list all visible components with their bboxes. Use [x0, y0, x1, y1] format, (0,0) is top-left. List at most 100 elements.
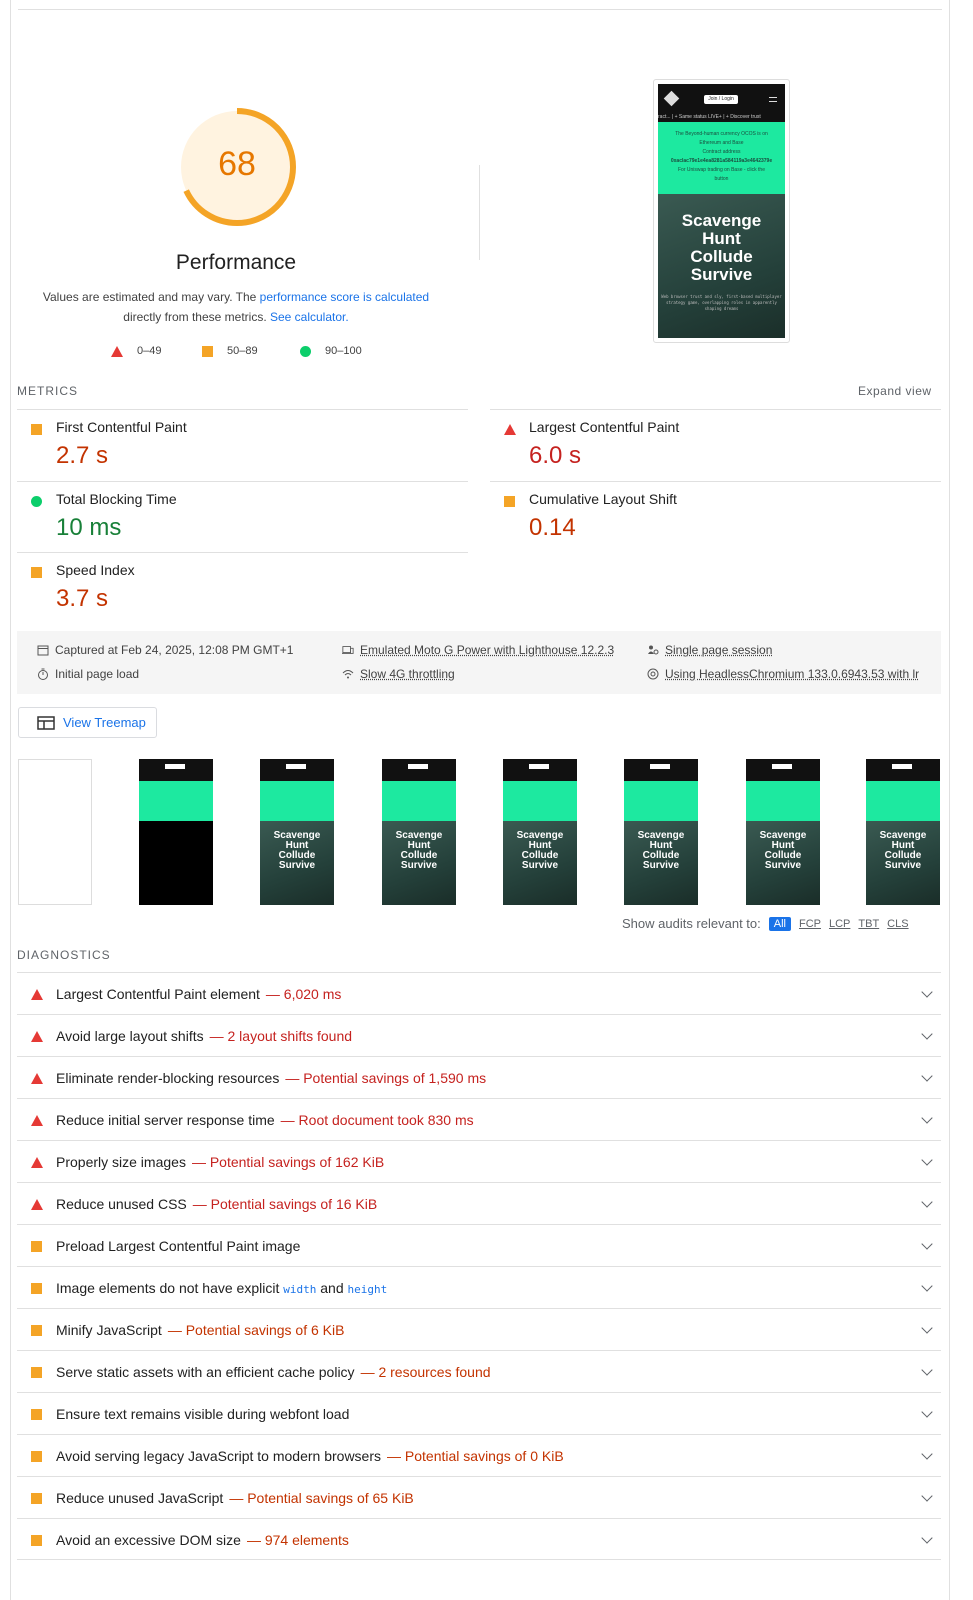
audit-cache-policy[interactable]: Serve static assets with an efficient ca… [17, 1350, 941, 1392]
frame-navbar [503, 759, 577, 773]
emulated-device[interactable]: Emulated Moto G Power with Lighthouse 12… [342, 643, 614, 657]
browser-version[interactable]: Using HeadlessChromium 133.0.6943.53 wit… [647, 667, 919, 681]
single-session[interactable]: Single page session [647, 643, 772, 657]
frame-banner [260, 781, 334, 821]
person-icon [648, 645, 659, 655]
frame-hero-line: Survive [884, 860, 922, 871]
audit-subtitle: — 2 resources found [360, 1364, 491, 1380]
filter-lcp[interactable]: LCP [829, 918, 850, 930]
logo-icon [663, 90, 680, 107]
performance-title: Performance [175, 251, 297, 274]
filter-fcp[interactable]: FCP [799, 918, 821, 930]
legend-average-label: 50–89 [227, 345, 258, 357]
chevron-down-icon [921, 1406, 933, 1418]
performance-description: Values are estimated and may vary. The p… [30, 287, 442, 327]
audit-legacy-js[interactable]: Avoid serving legacy JavaScript to moder… [17, 1434, 941, 1476]
chevron-down-icon [921, 1532, 933, 1544]
filmstrip-frame: Scavenge Hunt Collude Survive [260, 759, 334, 905]
menu-icon [769, 97, 777, 102]
square-icon [202, 345, 213, 357]
hero-line: Survive [690, 265, 753, 284]
banner-line: button [714, 176, 729, 182]
banner-line: For Uniswap trading on Base - click the [678, 167, 765, 173]
frame-blank-hero [139, 821, 213, 905]
audit-title-mid: and [316, 1280, 348, 1296]
top-divider [18, 9, 942, 10]
square-icon [31, 1451, 42, 1462]
filmstrip-frame [18, 759, 92, 905]
metrics-label: METRICS [17, 384, 78, 398]
audit-lcp-element[interactable]: Largest Contentful Paint element — 6,020 … [17, 972, 941, 1014]
frame-banner [382, 781, 456, 821]
treemap-icon [37, 715, 55, 730]
filter-tbt[interactable]: TBT [858, 918, 879, 930]
audit-title: Ensure text remains visible during webfo… [56, 1406, 350, 1422]
audit-dom-size[interactable]: Avoid an excessive DOM size — 974 element… [17, 1518, 941, 1560]
legend-average: 50–89 [202, 345, 258, 357]
frame-ticker [866, 773, 940, 781]
audit-image-dimensions[interactable]: Image elements do not have explicit widt… [17, 1266, 941, 1308]
performance-score: 68 [218, 145, 256, 183]
frame-hero-line: Survive [764, 860, 802, 871]
view-treemap-button[interactable]: View Treemap [18, 707, 157, 738]
frame-ticker [139, 773, 213, 781]
banner-line: 0xaclac79e1e4ea8281a584119a3e4642379e [670, 158, 773, 164]
chrome-icon [647, 668, 659, 680]
final-screenshot[interactable]: Join / Login ract... | + Same status LIV… [653, 79, 790, 343]
audit-layout-shifts[interactable]: Avoid large layout shifts — 2 layout shif… [17, 1014, 941, 1056]
screenshot-login-pill: Join / Login [704, 95, 738, 104]
audit-title: Image elements do not have explicit [56, 1280, 284, 1296]
frame-hero: Scavenge Hunt Collude Survive [260, 821, 334, 905]
calendar-icon [37, 645, 49, 656]
audit-subtitle: — 6,020 ms [265, 986, 342, 1002]
audit-size-images[interactable]: Properly size images — Potential savings … [17, 1140, 941, 1182]
audit-subtitle: — Potential savings of 6 KiB [167, 1322, 345, 1338]
filter-cls[interactable]: CLS [887, 918, 908, 930]
score-calculated-link[interactable]: performance score is calculated [260, 290, 429, 304]
see-calculator-link[interactable]: See calculator. [270, 310, 349, 324]
chevron-down-icon [921, 986, 933, 998]
timer-icon [38, 668, 48, 680]
legend-fail-label: 0–49 [137, 345, 162, 357]
frame-navbar [260, 759, 334, 773]
audit-unused-css[interactable]: Reduce unused CSS — Potential savings of … [17, 1182, 941, 1224]
banner-line: Contract address [702, 149, 741, 155]
code-height: height [347, 1283, 388, 1296]
metric-tbt: Total Blocking Time 10 ms [17, 481, 468, 553]
frame-hero-line: Survive [278, 860, 316, 871]
audit-preload-lcp[interactable]: Preload Largest Contentful Paint image [17, 1224, 941, 1266]
audit-webfont[interactable]: Ensure text remains visible during webfo… [17, 1392, 941, 1434]
chevron-down-icon [921, 1196, 933, 1208]
audit-title: Reduce initial server response time [56, 1112, 275, 1128]
audit-minify-js[interactable]: Minify JavaScript — Potential savings of … [17, 1308, 941, 1350]
audit-title: Properly size images [56, 1154, 186, 1170]
frame-banner [503, 781, 577, 821]
frame-banner [746, 781, 820, 821]
metric-si: Speed Index 3.7 s [17, 552, 468, 624]
banner-line: The Beyond-human currency OCOS is on [675, 131, 768, 137]
metric-value: 0.14 [529, 514, 576, 541]
metric-lcp: Largest Contentful Paint 6.0 s [490, 409, 941, 481]
metric-fcp: First Contentful Paint 2.7 s [17, 409, 468, 481]
devices-icon [342, 646, 354, 654]
metric-name: First Contentful Paint [56, 419, 187, 435]
triangle-icon [31, 1157, 43, 1168]
audit-unused-js[interactable]: Reduce unused JavaScript — Potential savi… [17, 1476, 941, 1518]
audit-title: Reduce unused CSS [56, 1196, 187, 1212]
banner-line: Ethereum and Base [699, 140, 744, 146]
filter-all[interactable]: All [768, 916, 791, 931]
desc-text: Values are estimated and may vary. The [42, 290, 260, 304]
frame-ticker [624, 773, 698, 781]
captured-text: Captured at Feb 24, 2025, 12:08 PM GMT+1 [55, 643, 294, 657]
audit-server-response[interactable]: Reduce initial server response time — Roo… [17, 1098, 941, 1140]
metric-value: 10 ms [56, 514, 122, 541]
square-icon [31, 1367, 42, 1378]
expand-view-button[interactable]: Expand view [858, 384, 932, 398]
audit-render-blocking[interactable]: Eliminate render-blocking resources — Pot… [17, 1056, 941, 1098]
square-icon [31, 1241, 42, 1252]
network-throttling[interactable]: Slow 4G throttling [342, 667, 455, 681]
metric-cls: Cumulative Layout Shift 0.14 [490, 481, 941, 553]
initial-text: Initial page load [55, 667, 140, 681]
triangle-icon [31, 1199, 43, 1210]
frame-ticker [260, 773, 334, 781]
